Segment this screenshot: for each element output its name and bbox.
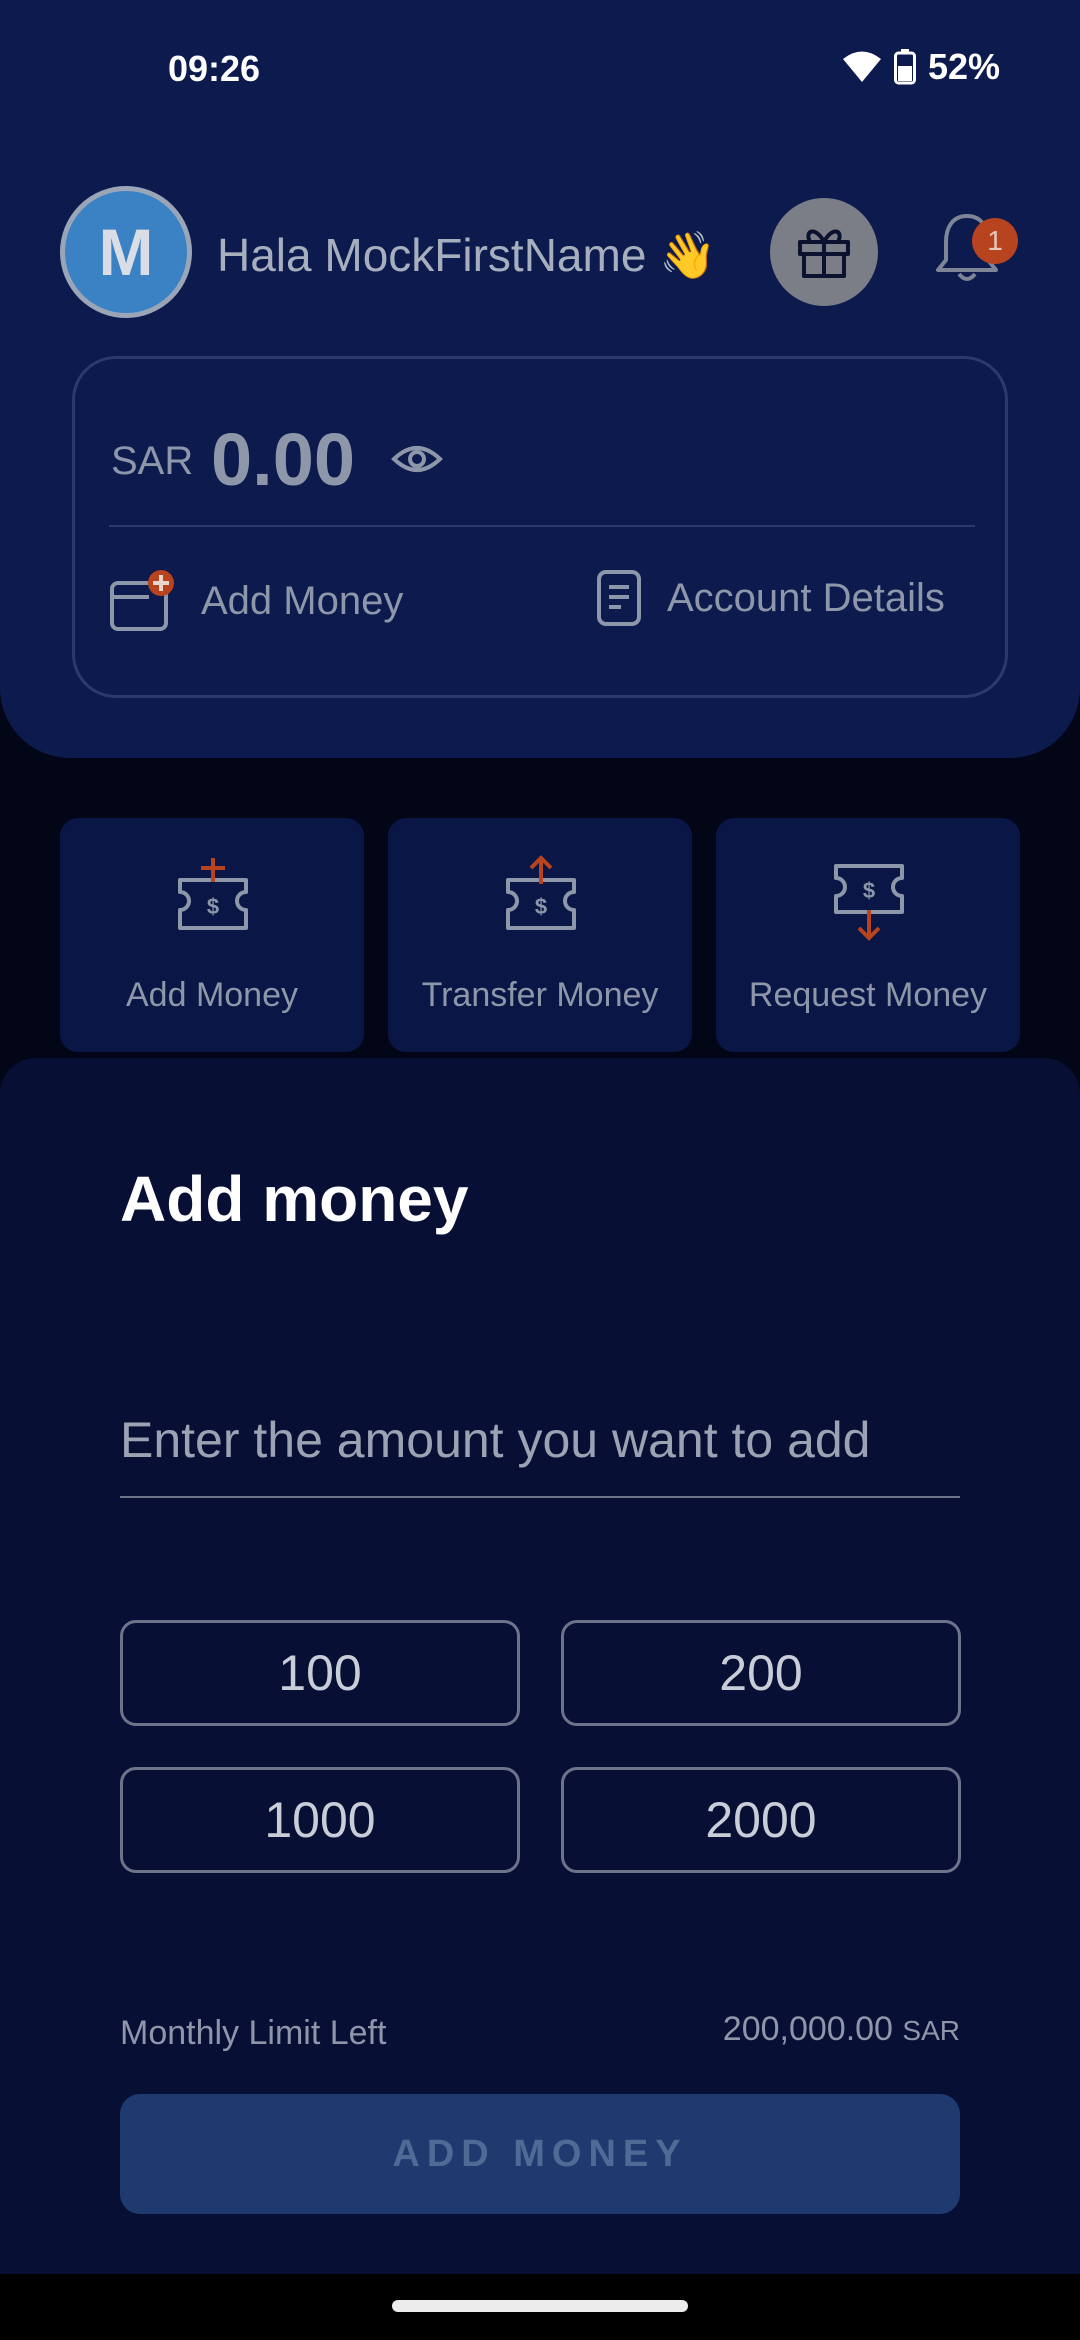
toggle-balance-visibility[interactable] [391,433,443,485]
status-bar: 09:26 52% [0,0,1080,140]
notification-badge: 1 [972,218,1018,264]
card-divider [109,525,975,527]
card-add-money-label: Add Money [201,578,404,623]
tile-transfer-money-label: Transfer Money [421,976,659,1014]
add-money-submit-button[interactable]: ADD MONEY [120,2094,960,2214]
amount-input[interactable] [120,1398,960,1498]
preset-amount-100[interactable]: 100 [120,1620,520,1726]
wifi-icon [842,51,881,82]
svg-text:$: $ [863,878,875,903]
greeting: Hala MockFirstName 👋 [217,228,716,283]
add-money-sheet: Add money 100 200 1000 2000 Monthly Limi… [0,1058,1080,2274]
sheet-title: Add money [120,1163,469,1235]
profile-row: M Hala MockFirstName 👋 1 [60,186,1020,318]
monthly-limit-label: Monthly Limit Left [120,2014,387,2052]
balance-currency: SAR [111,439,194,483]
gift-icon [798,229,850,278]
notifications-button[interactable]: 1 [932,208,1022,298]
money-add-icon: $ [178,858,248,930]
tile-request-money-label: Request Money [748,976,988,1014]
status-indicators: 52% [842,46,1000,88]
svg-text:$: $ [207,894,219,919]
header-panel: 09:26 52% M Hala MockFirstName 👋 1 SAR 0… [0,0,1080,758]
monthly-limit-value: 200,000.00 SAR [723,2010,960,2049]
battery-percent: 52% [927,46,1000,87]
account-details-button[interactable]: Account Details [595,569,945,627]
tile-request-money[interactable]: $ Request Money [716,818,1020,1052]
preset-amount-200[interactable]: 200 [561,1620,961,1726]
monthly-limit-amount: 200,000.00 [722,2010,893,2048]
eye-icon [391,446,443,472]
avatar[interactable]: M [60,186,192,318]
card-add-money-button[interactable]: Add Money [109,569,403,633]
wave-emoji: 👋 [659,229,717,281]
balance-amount: 0.00 [211,418,356,501]
battery-icon [893,49,916,85]
money-request-icon: $ [834,864,904,941]
preset-amount-2000[interactable]: 2000 [561,1767,961,1873]
status-time: 09:26 [168,48,261,89]
greeting-text: Hala MockFirstName [217,229,647,281]
home-indicator[interactable] [392,2300,688,2312]
money-transfer-icon: $ [506,855,576,930]
document-icon [597,570,641,626]
system-nav-bar [0,2274,1080,2340]
tile-add-money[interactable]: $ Add Money [60,818,364,1052]
tile-add-money-label: Add Money [126,976,298,1014]
monthly-limit-unit: SAR [902,2015,960,2046]
wallet-add-icon [110,570,174,631]
svg-text:$: $ [535,894,547,919]
account-details-label: Account Details [667,575,945,620]
preset-amount-1000[interactable]: 1000 [120,1767,520,1873]
gift-button[interactable] [770,198,878,306]
tile-transfer-money[interactable]: $ Transfer Money [388,818,692,1052]
balance-card: SAR 0.00 Add Money Account Details [72,356,1008,698]
